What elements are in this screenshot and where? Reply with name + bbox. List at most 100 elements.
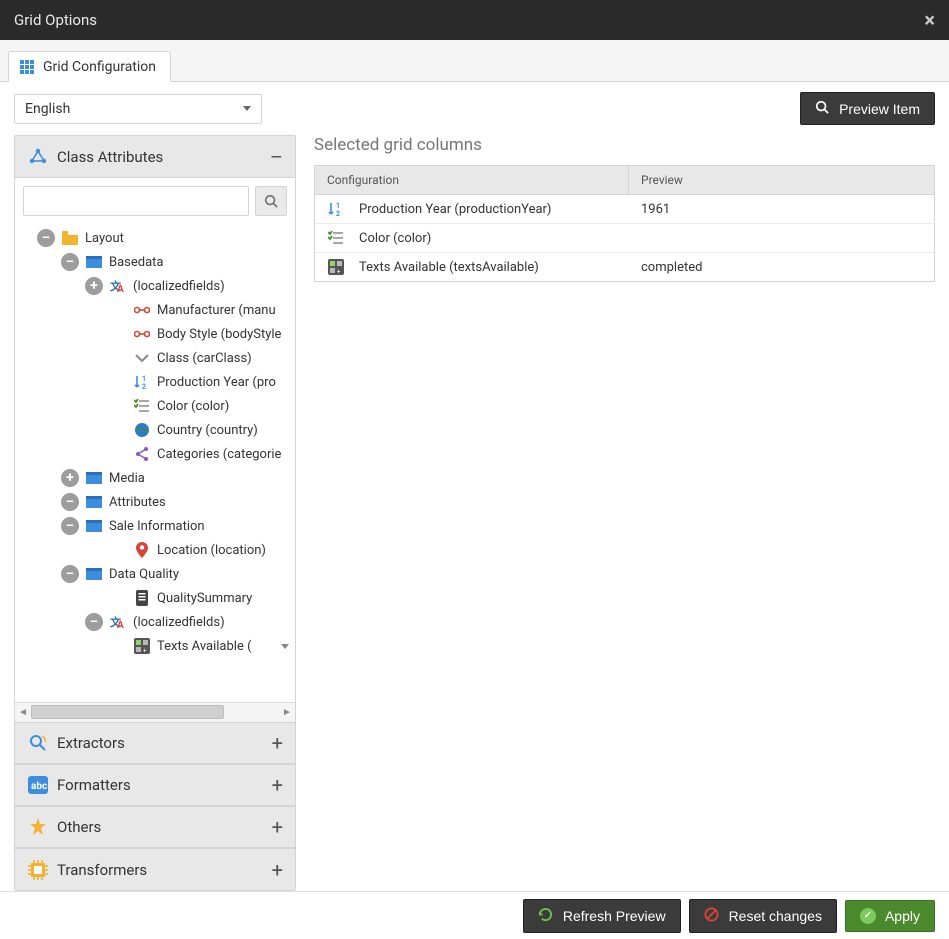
svg-text:2: 2 <box>336 210 340 217</box>
tree-node-color[interactable]: Color (color) <box>15 394 295 418</box>
panel-icon <box>85 517 103 535</box>
document-icon <box>133 589 151 607</box>
tree-node-production-year[interactable]: 12 Production Year (pro <box>15 370 295 394</box>
attribute-tree[interactable]: Layout Basedata <box>15 224 295 702</box>
expand-icon: + <box>272 775 283 795</box>
tree-node-body-style[interactable]: Body Style (bodyStyle <box>15 322 295 346</box>
svg-text:A: A <box>117 284 124 294</box>
share-icon <box>133 445 151 463</box>
language-value: English <box>25 101 70 117</box>
close-button[interactable]: × <box>924 8 935 32</box>
tab-bar: Grid Configuration <box>0 40 949 82</box>
tab-grid-configuration[interactable]: Grid Configuration <box>8 51 171 82</box>
tree-node-layout[interactable]: Layout <box>15 226 295 250</box>
tree-label: QualitySummary <box>157 591 252 606</box>
tree-node-texts-available[interactable]: + Texts Available ( <box>15 634 295 658</box>
calculated-icon: + <box>133 637 151 655</box>
main-content: Class Attributes – <box>0 135 949 891</box>
class-attributes-body: Layout Basedata <box>15 178 295 722</box>
footer: Refresh Preview Reset changes ✓ Apply <box>0 891 949 939</box>
accordion-others[interactable]: Others + <box>15 806 295 848</box>
accordion-formatters[interactable]: abc Formatters + <box>15 764 295 806</box>
scrollbar-thumb[interactable] <box>31 705 224 719</box>
tree-node-basedata[interactable]: Basedata <box>15 250 295 274</box>
tree-node-localizedfields[interactable]: 文A (localizedfields) <box>15 274 295 298</box>
expand-icon: + <box>272 733 283 753</box>
expand-icon: + <box>272 817 283 837</box>
table-row[interactable]: 12 Production Year (productionYear) 1961 <box>315 195 934 224</box>
attribute-search-button[interactable] <box>255 186 287 216</box>
expand-toggle[interactable] <box>85 277 103 295</box>
svg-text:+: + <box>337 269 341 276</box>
collapse-toggle[interactable] <box>61 517 79 535</box>
cancel-icon <box>704 907 719 925</box>
table-row[interactable]: + Texts Available (textsAvailable) compl… <box>315 253 934 281</box>
tree-node-localizedfields-2[interactable]: 文A (localizedfields) <box>15 610 295 634</box>
preview-item-button[interactable]: Preview Item <box>800 92 935 125</box>
tree-label: Body Style (bodyStyle <box>157 327 281 342</box>
panel-icon <box>85 493 103 511</box>
tree-node-carclass[interactable]: Class (carClass) <box>15 346 295 370</box>
cell-preview-value <box>629 224 934 252</box>
accordion-class-attributes[interactable]: Class Attributes – <box>15 136 295 178</box>
tree-node-quality-summary[interactable]: QualitySummary <box>15 586 295 610</box>
globe-icon <box>133 421 151 439</box>
collapse-toggle[interactable] <box>85 613 103 631</box>
apply-button[interactable]: ✓ Apply <box>845 900 935 932</box>
tree-node-country[interactable]: Country (country) <box>15 418 295 442</box>
tree-node-location[interactable]: Location (location) <box>15 538 295 562</box>
expand-toggle[interactable] <box>61 469 79 487</box>
tree-label: Data Quality <box>109 567 179 582</box>
collapse-toggle[interactable] <box>61 253 79 271</box>
collapse-toggle[interactable] <box>61 565 79 583</box>
tree-node-data-quality[interactable]: Data Quality <box>15 562 295 586</box>
tree-node-sale-information[interactable]: Sale Information <box>15 514 295 538</box>
column-header-configuration[interactable]: Configuration <box>315 166 629 194</box>
tree-horizontal-scrollbar[interactable]: ◄ ► <box>15 702 295 722</box>
grid-icon <box>19 59 35 75</box>
tree-node-attributes[interactable]: Attributes <box>15 490 295 514</box>
attribute-search-bar <box>15 178 295 224</box>
svg-text:A: A <box>117 620 124 630</box>
refresh-preview-button[interactable]: Refresh Preview <box>523 899 681 933</box>
preview-item-label: Preview Item <box>839 101 920 117</box>
scroll-right-arrow[interactable]: ► <box>279 707 295 718</box>
tree-label: Manufacturer (manu <box>157 303 276 318</box>
collapse-toggle[interactable] <box>61 493 79 511</box>
transformers-icon <box>27 859 49 881</box>
panel-icon <box>85 253 103 271</box>
reset-changes-button[interactable]: Reset changes <box>689 899 837 933</box>
attribute-tree-container: Layout Basedata <box>15 224 295 702</box>
language-select[interactable]: English <box>14 94 262 124</box>
tree-node-manufacturer[interactable]: Manufacturer (manu <box>15 298 295 322</box>
table-row[interactable]: Color (color) <box>315 224 934 253</box>
column-header-preview[interactable]: Preview <box>629 166 934 194</box>
panel-icon <box>85 469 103 487</box>
accordion-label: Formatters <box>57 776 131 794</box>
accordion-transformers[interactable]: Transformers + <box>15 848 295 890</box>
tree-node-categories[interactable]: Categories (categorie <box>15 442 295 466</box>
tab-label: Grid Configuration <box>43 59 156 75</box>
tree-label: Country (country) <box>157 423 258 438</box>
calculated-icon: + <box>327 258 345 276</box>
cell-config-label: Production Year (productionYear) <box>359 202 551 217</box>
class-attributes-icon <box>27 146 49 168</box>
accordion-extractors[interactable]: Extractors + <box>15 722 295 764</box>
left-panel: Class Attributes – <box>14 135 296 891</box>
apply-label: Apply <box>885 908 920 924</box>
scroll-left-arrow[interactable]: ◄ <box>15 707 31 718</box>
tree-label: Class (carClass) <box>157 351 252 366</box>
sort-numeric-icon: 12 <box>327 200 345 218</box>
formatters-icon: abc <box>27 774 49 796</box>
cell-preview-value: completed <box>629 253 934 281</box>
accordion-label: Others <box>57 818 101 836</box>
attribute-search-input[interactable] <box>23 186 249 216</box>
accordion-label: Transformers <box>57 861 147 879</box>
accordion-label: Class Attributes <box>57 148 163 166</box>
collapse-toggle[interactable] <box>37 229 55 247</box>
scrollbar-track[interactable] <box>31 703 279 722</box>
svg-text:1: 1 <box>142 375 146 383</box>
tree-label: Production Year (pro <box>157 375 276 390</box>
tree-label: Color (color) <box>157 399 229 414</box>
tree-node-media[interactable]: Media <box>15 466 295 490</box>
